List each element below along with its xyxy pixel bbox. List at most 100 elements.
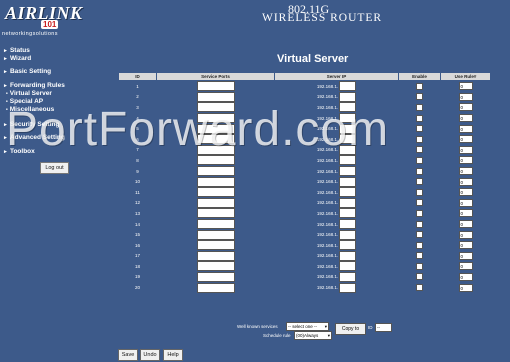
save-button[interactable]: Save <box>118 349 138 361</box>
table-header-row: ID Service Ports Server IP Enable Use Ru… <box>118 72 491 81</box>
enable-cell <box>399 251 441 262</box>
row-id: 13 <box>134 210 140 216</box>
service-ports-input[interactable] <box>196 187 235 198</box>
row-id: 2 <box>136 94 139 100</box>
use-rule-input[interactable]: 0 <box>458 198 473 207</box>
use-rule-input[interactable]: 0 <box>458 272 473 281</box>
server-ip-input[interactable] <box>339 282 357 293</box>
table-row: 17 192.168.1. 0 <box>119 250 491 262</box>
enable-checkbox[interactable] <box>416 82 423 90</box>
use-rule-input[interactable]: 0 <box>458 124 473 133</box>
service-ports-input[interactable] <box>196 271 235 282</box>
enable-checkbox[interactable] <box>416 273 423 281</box>
copy-to-button[interactable]: Copy to <box>335 323 366 335</box>
row-id: 16 <box>134 242 140 248</box>
service-ports-input[interactable] <box>196 208 235 219</box>
sidebar-item-virtual-server[interactable]: • Virtual Server <box>6 90 52 97</box>
service-ports-input[interactable] <box>196 282 235 293</box>
server-ip-input[interactable] <box>339 229 357 240</box>
enable-cell <box>399 219 441 230</box>
sidebar-item-status[interactable]: ► Status <box>3 47 30 54</box>
enable-checkbox[interactable] <box>416 93 423 101</box>
use-rule-input[interactable]: 0 <box>458 156 473 165</box>
use-rule-input[interactable]: 0 <box>458 209 473 218</box>
service-ports-cell <box>157 261 275 272</box>
table-row: 10 192.168.1. 0 <box>119 176 491 187</box>
use-rule-cell: 0 <box>441 81 491 92</box>
use-rule-input[interactable]: 0 <box>458 92 473 101</box>
service-ports-input[interactable] <box>196 250 235 261</box>
use-rule-input[interactable]: 0 <box>458 251 473 260</box>
use-rule-input[interactable]: 0 <box>458 262 473 271</box>
enable-checkbox[interactable] <box>416 103 423 111</box>
enable-cell <box>399 240 441 251</box>
server-ip-input[interactable] <box>339 261 357 272</box>
server-ip-cell: 192.168.1. <box>275 250 399 262</box>
copy-id-select[interactable]: -- <box>375 323 392 332</box>
enable-checkbox[interactable] <box>416 156 423 164</box>
service-ports-input[interactable] <box>196 91 235 102</box>
service-ports-input[interactable] <box>196 81 235 92</box>
service-ports-input[interactable] <box>196 240 235 251</box>
server-ip-cell: 192.168.1. <box>275 240 399 251</box>
use-rule-cell: 0 <box>441 272 491 283</box>
sidebar-item-forwarding-rules[interactable]: ► Forwarding Rules <box>3 82 65 89</box>
use-rule-input[interactable]: 0 <box>458 114 473 123</box>
service-ports-input[interactable] <box>196 176 235 187</box>
service-ports-input[interactable] <box>196 197 235 208</box>
enable-checkbox[interactable] <box>416 135 423 143</box>
help-button[interactable]: Help <box>163 349 183 361</box>
enable-checkbox[interactable] <box>416 262 423 270</box>
schedule-select[interactable]: (00)Always ▾ <box>294 331 332 340</box>
enable-checkbox[interactable] <box>416 220 423 228</box>
server-ip-input[interactable] <box>339 81 357 92</box>
enable-checkbox[interactable] <box>416 209 423 217</box>
service-ports-input[interactable] <box>196 261 235 272</box>
server-ip-input[interactable] <box>339 197 357 208</box>
use-rule-input[interactable]: 0 <box>458 241 473 250</box>
enable-checkbox[interactable] <box>416 231 423 239</box>
use-rule-input[interactable]: 0 <box>458 167 473 176</box>
undo-button[interactable]: Undo <box>140 349 160 361</box>
use-rule-input[interactable]: 0 <box>458 283 473 292</box>
enable-checkbox[interactable] <box>416 167 423 175</box>
server-ip-input[interactable] <box>339 208 357 219</box>
use-rule-input[interactable]: 0 <box>458 220 473 229</box>
enable-cell <box>399 102 441 113</box>
enable-checkbox[interactable] <box>416 284 423 292</box>
logout-button[interactable]: Log out <box>40 162 69 174</box>
enable-checkbox[interactable] <box>416 114 423 122</box>
use-rule-input[interactable]: 0 <box>458 145 473 154</box>
enable-cell <box>399 187 441 198</box>
use-rule-input[interactable]: 0 <box>458 188 473 197</box>
ip-prefix: 192.168.1. <box>316 168 339 174</box>
service-ports-input[interactable] <box>196 219 235 230</box>
server-ip-input[interactable] <box>339 250 357 261</box>
server-ip-input[interactable] <box>339 219 357 230</box>
table-row: 14 192.168.1. 0 <box>119 219 491 230</box>
service-ports-input[interactable] <box>196 166 235 177</box>
enable-checkbox[interactable] <box>416 241 423 249</box>
service-ports-input[interactable] <box>196 229 235 240</box>
enable-checkbox[interactable] <box>416 125 423 133</box>
use-rule-input[interactable]: 0 <box>458 177 473 186</box>
table-row: 15 192.168.1. 0 <box>119 229 491 240</box>
well-known-select[interactable]: -- select one -- ▾ <box>286 322 329 331</box>
use-rule-input[interactable]: 0 <box>458 82 473 91</box>
server-ip-input[interactable] <box>339 166 357 177</box>
use-rule-input[interactable]: 0 <box>458 230 473 239</box>
use-rule-input[interactable]: 0 <box>458 135 473 144</box>
server-ip-input[interactable] <box>339 176 357 187</box>
sidebar-item-basic-setting[interactable]: ► Basic Setting <box>3 68 51 75</box>
server-ip-input[interactable] <box>339 91 357 102</box>
enable-checkbox[interactable] <box>416 146 423 154</box>
sidebar-item-wizard[interactable]: ► Wizard <box>3 55 31 62</box>
server-ip-input[interactable] <box>339 187 357 198</box>
server-ip-input[interactable] <box>339 240 357 251</box>
server-ip-input[interactable] <box>339 271 357 282</box>
enable-checkbox[interactable] <box>416 199 423 207</box>
use-rule-input[interactable]: 0 <box>458 103 473 112</box>
enable-checkbox[interactable] <box>416 178 423 186</box>
enable-checkbox[interactable] <box>416 252 423 260</box>
enable-checkbox[interactable] <box>416 188 423 196</box>
